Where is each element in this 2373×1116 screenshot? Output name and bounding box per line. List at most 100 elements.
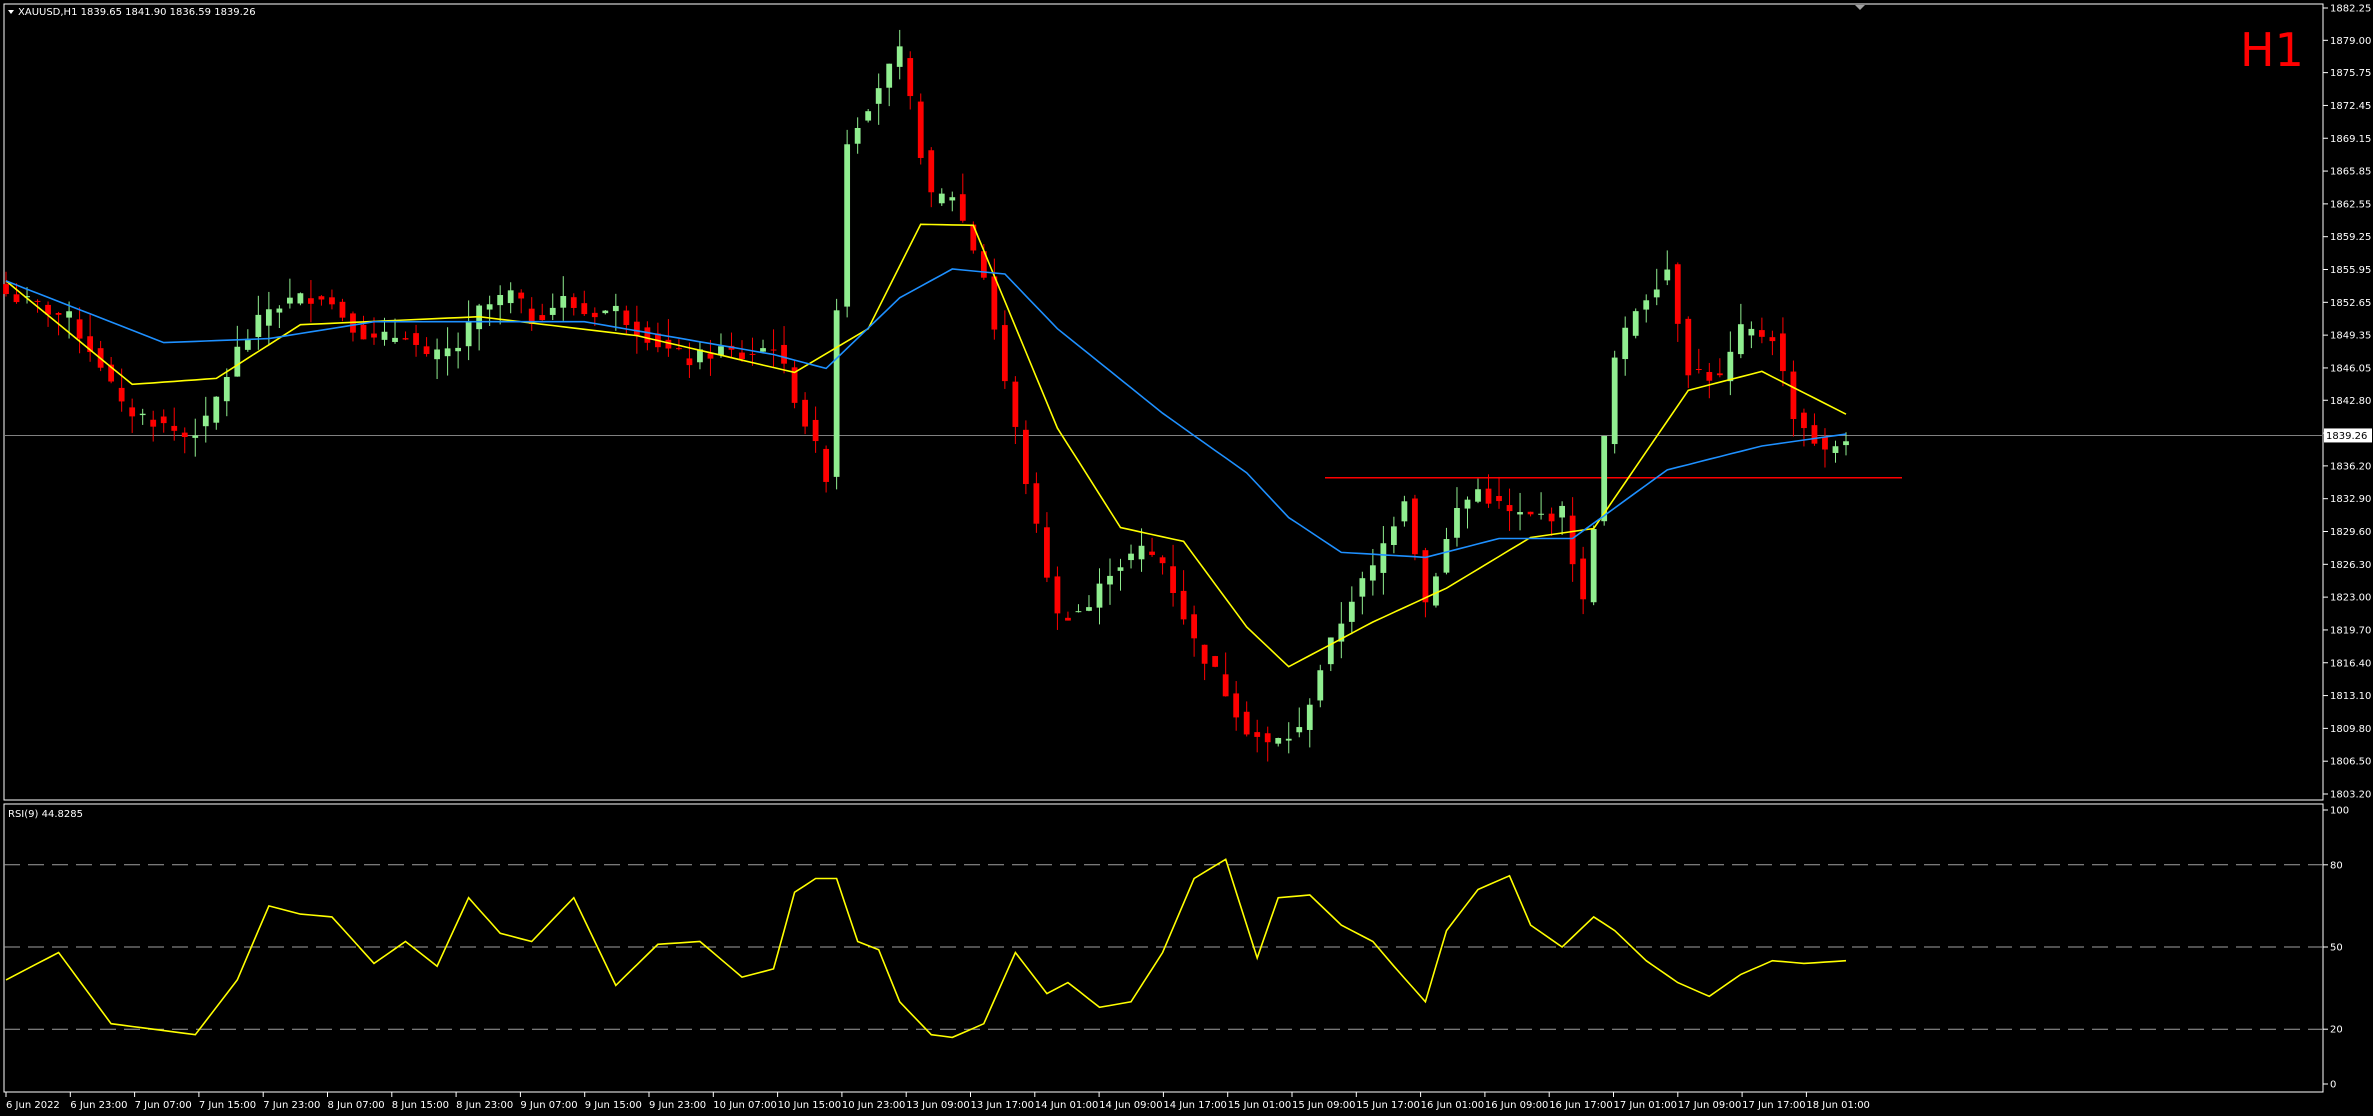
time-tick-label: 14 Jun 09:00	[1099, 1100, 1163, 1111]
candle-body	[1716, 373, 1723, 376]
price-tick-label: 1819.70	[2330, 625, 2371, 636]
candle-body	[234, 346, 241, 377]
candle-body	[1590, 528, 1597, 603]
candle-body	[1065, 617, 1071, 621]
candle-body	[244, 338, 251, 350]
candle-body	[770, 349, 777, 351]
time-tick-label: 8 Jun 07:00	[328, 1100, 385, 1111]
candle-body	[938, 193, 945, 204]
candle-body	[749, 353, 756, 355]
candle-body	[1012, 381, 1019, 427]
candle-body	[1790, 371, 1797, 420]
candle-body	[160, 416, 167, 424]
candle-body	[1443, 539, 1450, 573]
candle-body	[1306, 704, 1313, 730]
price-tick-label: 1855.95	[2330, 265, 2371, 276]
symbol-info: XAUUSD,H1 1839.65 1841.90 1836.59 1839.2…	[18, 7, 256, 18]
candle-body	[1096, 583, 1103, 608]
candle-body	[1044, 527, 1050, 578]
candle-body	[781, 344, 787, 364]
candle-body	[1664, 269, 1671, 281]
candle-body	[1233, 693, 1240, 718]
time-tick-label: 15 Jun 09:00	[1292, 1100, 1356, 1111]
candle-body	[907, 58, 914, 97]
candle-body	[1737, 324, 1744, 355]
price-tick-label: 1823.00	[2330, 593, 2371, 604]
candle-body	[1317, 670, 1324, 701]
price-tick-label: 1829.60	[2330, 527, 2371, 538]
price-tick-label: 1803.20	[2330, 790, 2371, 801]
candle-body	[1685, 318, 1692, 376]
candle-body	[854, 127, 861, 144]
candle-body	[1643, 300, 1650, 310]
candle-body	[1380, 543, 1387, 573]
time-tick-label: 9 Jun 07:00	[520, 1100, 577, 1111]
time-tick-label: 17 Jun 09:00	[1678, 1100, 1742, 1111]
candle-body	[1054, 576, 1061, 614]
candle-body	[1811, 425, 1818, 444]
candle-body	[444, 348, 451, 357]
time-tick-label: 10 Jun 15:00	[778, 1100, 842, 1111]
candle-body	[76, 319, 83, 339]
candle-body	[833, 310, 840, 477]
price-tick-label: 1862.55	[2330, 199, 2371, 210]
candle-body	[644, 327, 651, 343]
candle-body	[928, 150, 935, 193]
candle-body	[66, 311, 72, 318]
time-tick-label: 15 Jun 01:00	[1228, 1100, 1292, 1111]
price-tick-label: 1846.05	[2330, 363, 2371, 374]
candle-body	[896, 46, 903, 67]
candle-body	[1748, 328, 1755, 336]
candle-body	[1180, 590, 1187, 620]
candle-body	[129, 407, 136, 417]
price-tick-label: 1882.25	[2330, 4, 2371, 15]
candle-body	[1580, 558, 1587, 600]
candle-body	[570, 297, 577, 308]
candle-body	[1001, 325, 1008, 382]
candle-body	[1170, 566, 1176, 593]
time-tick-label: 9 Jun 15:00	[585, 1100, 642, 1111]
price-tick-label: 1826.30	[2330, 560, 2371, 571]
time-tick-label: 16 Jun 17:00	[1549, 1100, 1613, 1111]
candle-body	[507, 290, 514, 304]
candle-body	[276, 308, 283, 313]
price-tick-label: 1842.80	[2330, 396, 2371, 407]
time-tick-label: 6 Jun 2022	[6, 1100, 60, 1111]
candle-body	[1296, 727, 1303, 733]
time-tick-label: 10 Jun 07:00	[713, 1100, 777, 1111]
trading-chart[interactable]: 1882.25 1879.00 1875.75 1872.45 1869.15 1865.…	[0, 0, 2373, 1116]
candle-body	[602, 310, 609, 314]
candle-body	[360, 324, 367, 340]
candle-body	[1412, 498, 1418, 555]
candle-body	[171, 425, 178, 431]
candle-body	[1506, 505, 1513, 512]
price-tick-label: 1832.90	[2330, 494, 2371, 505]
candle-body	[1769, 337, 1776, 342]
candle-body	[1780, 333, 1786, 372]
candle-body	[1107, 575, 1113, 585]
price-tick-label: 1879.00	[2330, 36, 2371, 47]
candle-body	[13, 294, 20, 303]
candle-body	[434, 349, 440, 360]
candle-body	[1454, 507, 1460, 538]
current-price-label: 1839.26	[2326, 431, 2367, 442]
candle-body	[392, 337, 398, 342]
rsi-label: RSI(9) 44.8285	[8, 809, 83, 820]
candle-body	[1758, 330, 1765, 337]
candle-body	[423, 346, 430, 355]
chart-background	[0, 0, 2373, 1116]
candle-body	[213, 396, 220, 423]
candle-body	[34, 300, 41, 302]
time-tick-label: 18 Jun 01:00	[1806, 1100, 1870, 1111]
candle-body	[1369, 565, 1376, 581]
candle-body	[1117, 567, 1124, 571]
candle-body	[1285, 738, 1292, 741]
candle-body	[1254, 732, 1261, 737]
candle-body	[329, 297, 335, 305]
candle-body	[718, 346, 724, 355]
candle-body	[1264, 733, 1271, 743]
candle-body	[181, 432, 188, 438]
candle-body	[1159, 557, 1166, 564]
candle-body	[1149, 551, 1155, 555]
candle-body	[1201, 644, 1208, 664]
